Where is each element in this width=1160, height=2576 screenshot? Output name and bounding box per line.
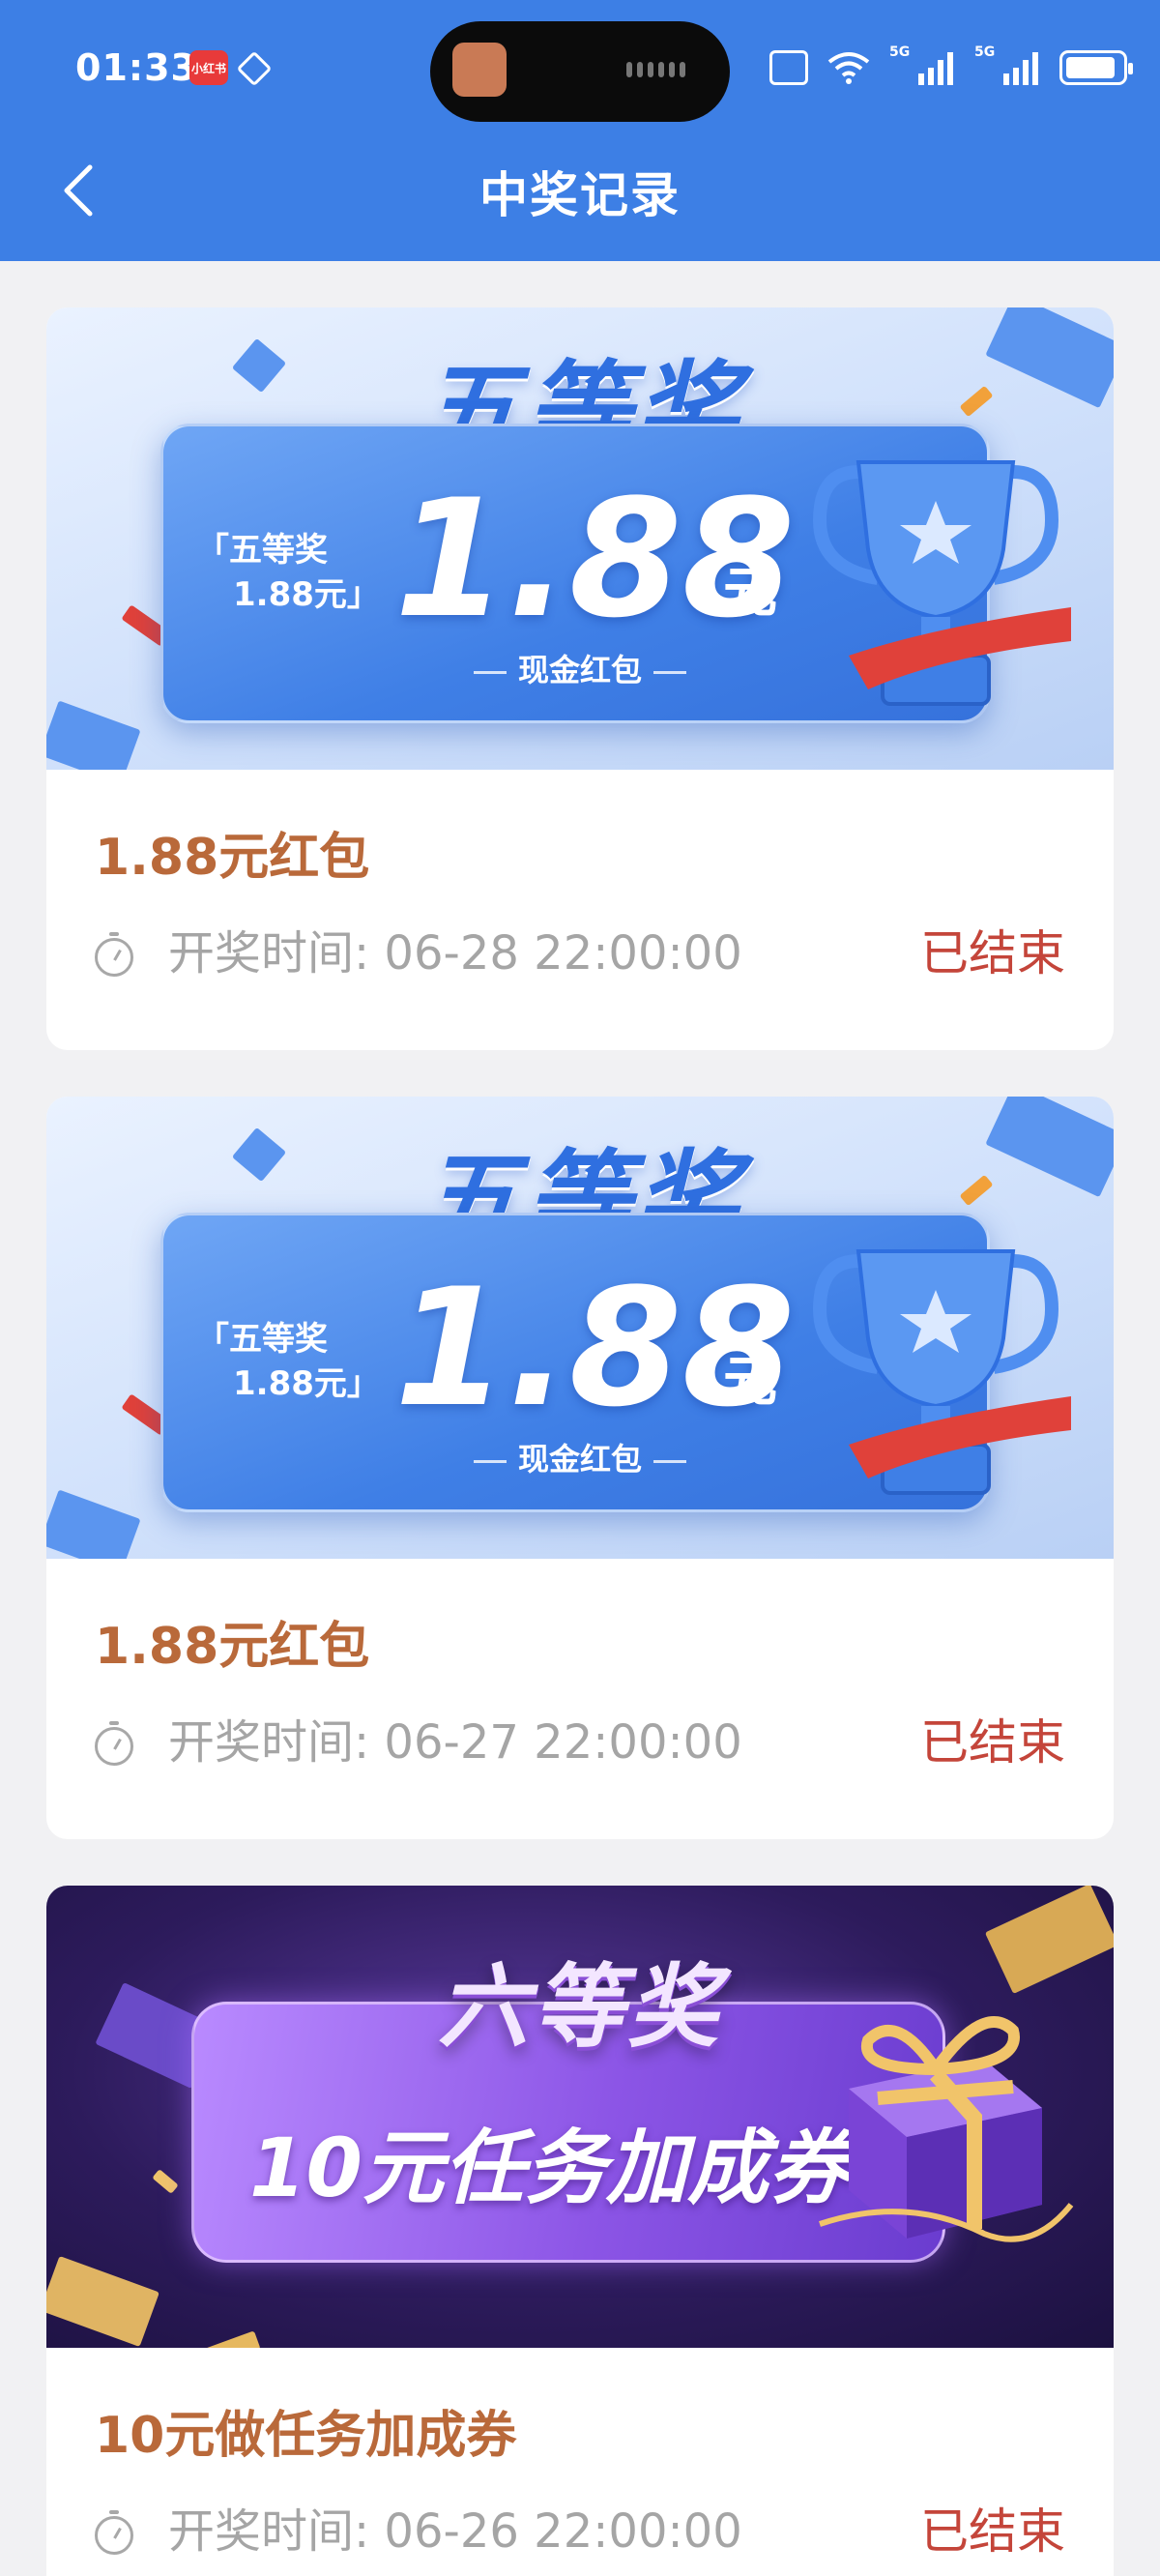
signal-5g-icon-2: 5G xyxy=(974,44,1042,87)
wifi-icon xyxy=(826,50,872,85)
prize-name: 10元做任务加成券 xyxy=(95,2407,517,2465)
status-badge: 已结束 xyxy=(920,2503,1065,2560)
vibrate-icon xyxy=(769,50,808,85)
draw-time: 开奖时间: 06-26 22:00:00 xyxy=(168,2504,742,2559)
prize-banner: 五等奖 「五等奖 1.88元」 1.88 元 现金红包 xyxy=(46,1097,1114,1559)
system-icons: 5G 5G xyxy=(769,44,1133,89)
page-title: 中奖记录 xyxy=(479,167,681,223)
prize-record-card[interactable]: 六等奖 10元任务加成券 10元做任务加成券 开奖时间: 06-26 22:00… xyxy=(46,1886,1114,2576)
stopwatch-icon xyxy=(95,2510,133,2555)
prize-tag: 「五等奖 1.88元」 xyxy=(196,1320,380,1403)
prize-info: 10元做任务加成券 开奖时间: 06-26 22:00:00 已结束 xyxy=(46,2348,1114,2576)
trophy-icon xyxy=(812,1249,1071,1495)
status-bar: 01:33 小红书 5G 5G xyxy=(0,0,1160,145)
media-thumbnail-icon xyxy=(452,43,507,97)
prize-unit: 元 xyxy=(723,1351,777,1414)
prize-info: 1.88元红包 开奖时间: 06-27 22:00:00 已结束 xyxy=(46,1559,1114,1839)
stopwatch-icon xyxy=(95,932,133,977)
draw-time-row: 开奖时间: 06-26 22:00:00 已结束 xyxy=(95,2503,1065,2561)
draw-time: 开奖时间: 06-27 22:00:00 xyxy=(168,1715,742,1770)
stopwatch-icon xyxy=(95,1721,133,1766)
status-time: 01:33 xyxy=(75,46,197,89)
status-badge: 已结束 xyxy=(920,1714,1065,1771)
prize-unit: 元 xyxy=(723,562,777,625)
draw-time-row: 开奖时间: 06-27 22:00:00 已结束 xyxy=(95,1713,1065,1771)
audio-wave-icon xyxy=(626,62,696,77)
prize-info: 1.88元红包 开奖时间: 06-28 22:00:00 已结束 xyxy=(46,770,1114,1050)
prize-banner: 六等奖 10元任务加成券 xyxy=(46,1886,1114,2348)
prize-banner: 五等奖 「五等奖 1.88元」 1.88 元 现金红包 xyxy=(46,307,1114,770)
diamond-icon xyxy=(236,50,273,87)
prize-name: 1.88元红包 xyxy=(95,829,370,887)
app-notification-icon: 小红书 xyxy=(189,50,228,85)
trophy-icon xyxy=(812,460,1071,706)
signal-5g-icon: 5G xyxy=(889,44,957,87)
prize-tag: 「五等奖 1.88元」 xyxy=(196,531,380,614)
prize-record-card[interactable]: 五等奖 「五等奖 1.88元」 1.88 元 现金红包 1.88元红包 开奖时间… xyxy=(46,307,1114,1050)
status-badge: 已结束 xyxy=(920,925,1065,981)
draw-time-row: 开奖时间: 06-28 22:00:00 已结束 xyxy=(95,924,1065,982)
app-header: 01:33 小红书 5G 5G 中奖记录 xyxy=(0,0,1160,261)
draw-time: 开奖时间: 06-28 22:00:00 xyxy=(168,926,742,981)
gift-box-icon xyxy=(819,2016,1074,2242)
prize-record-card[interactable]: 五等奖 「五等奖 1.88元」 1.88 元 现金红包 1.88元红包 开奖时间… xyxy=(46,1097,1114,1839)
prize-name: 1.88元红包 xyxy=(95,1618,370,1676)
prize-headline: 10元任务加成券 xyxy=(249,2121,850,2215)
battery-charging-icon xyxy=(1059,50,1133,85)
